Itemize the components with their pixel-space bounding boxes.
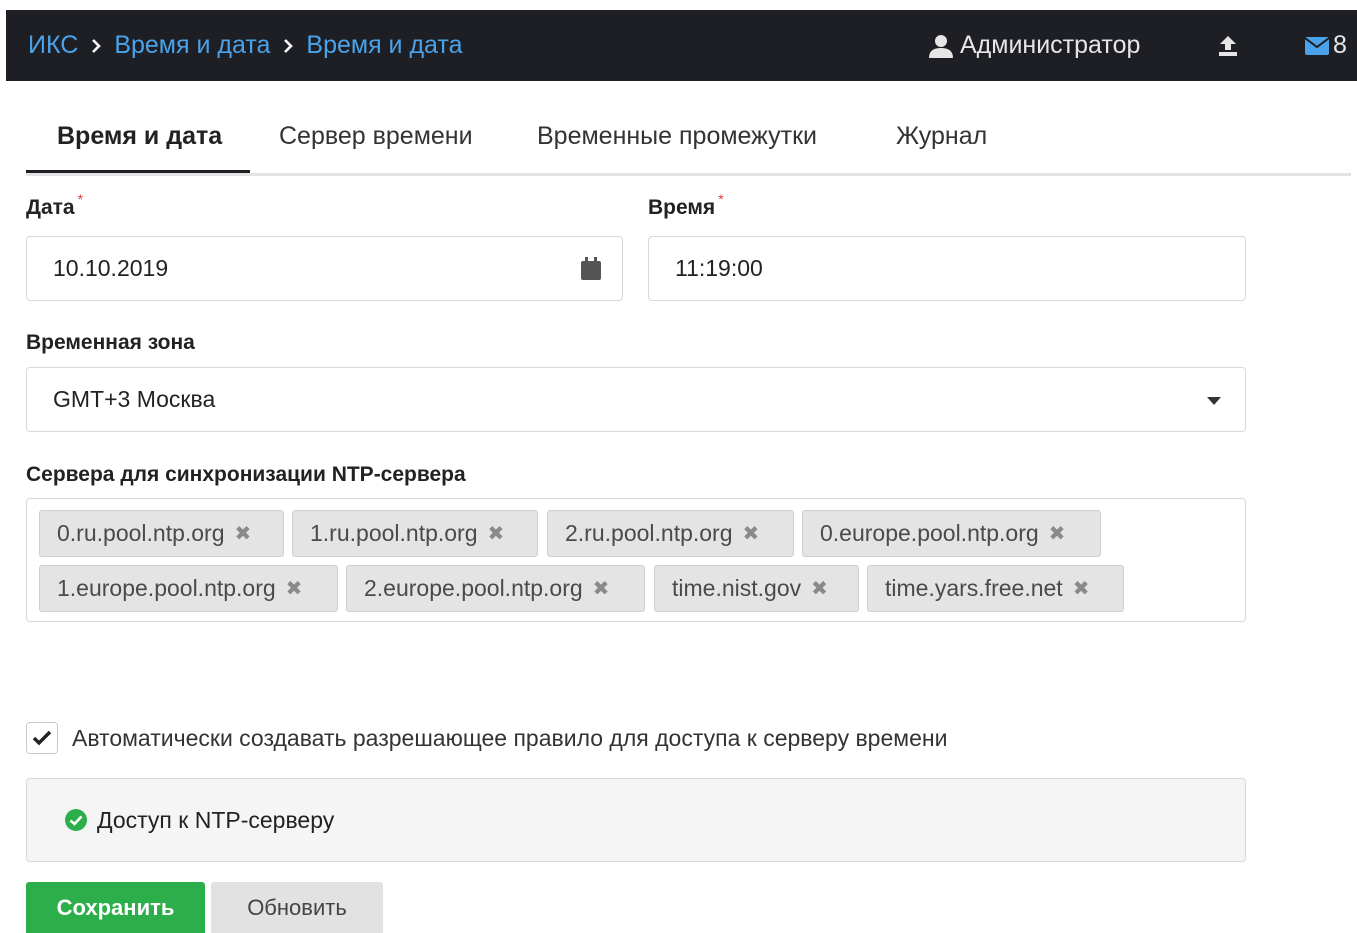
rule-item-label[interactable]: Доступ к NTP-серверу xyxy=(97,807,334,834)
checkmark-icon xyxy=(32,730,52,746)
chevron-right-icon xyxy=(91,38,102,53)
ntp-server-tag: 1.ru.pool.ntp.org ✖ xyxy=(292,510,538,557)
date-input[interactable] xyxy=(53,237,622,300)
tag-label: 2.ru.pool.ntp.org xyxy=(565,520,733,546)
ntp-servers-tag-input[interactable]: 0.ru.pool.ntp.org ✖ 1.ru.pool.ntp.org ✖ 2.… xyxy=(26,498,1246,622)
auto-rule-checkbox[interactable] xyxy=(26,722,58,754)
user-menu[interactable]: Администратор xyxy=(928,10,1140,81)
check-circle-icon xyxy=(65,809,87,831)
tag-label: 1.europe.pool.ntp.org xyxy=(57,575,276,601)
envelope-icon xyxy=(1305,36,1329,55)
tag-label: time.nist.gov xyxy=(672,575,802,601)
rule-list: Доступ к NTP-серверу xyxy=(26,778,1246,862)
tag-label: 0.europe.pool.ntp.org xyxy=(820,520,1039,546)
calendar-icon[interactable] xyxy=(580,257,602,281)
time-field[interactable] xyxy=(648,236,1246,301)
remove-tag-icon[interactable]: ✖ xyxy=(1049,521,1066,546)
date-label: Дата * xyxy=(26,191,83,220)
ntp-servers-label: Сервера для синхронизации NTP-сервера xyxy=(26,463,466,486)
remove-tag-icon[interactable]: ✖ xyxy=(743,521,760,546)
tab-time-server[interactable]: Сервер времени xyxy=(279,100,473,173)
user-name: Администратор xyxy=(960,31,1141,59)
user-icon xyxy=(928,34,954,58)
tab-time-intervals[interactable]: Временные промежутки xyxy=(537,100,817,173)
required-mark: * xyxy=(77,191,84,207)
tag-label: time.yars.free.net xyxy=(885,575,1063,601)
timezone-value: GMT+3 Москва xyxy=(53,386,216,412)
remove-tag-icon[interactable]: ✖ xyxy=(235,521,252,546)
ntp-server-tag: time.nist.gov ✖ xyxy=(654,565,859,612)
required-mark: * xyxy=(718,191,724,207)
top-bar: ИКС Время и дата Время и дата Администра… xyxy=(6,10,1357,81)
time-label-text: Время xyxy=(648,196,716,219)
upload-icon xyxy=(1218,35,1238,57)
ntp-server-tag: 2.ru.pool.ntp.org ✖ xyxy=(547,510,794,557)
tag-label: 1.ru.pool.ntp.org xyxy=(310,520,478,546)
breadcrumb-item-root[interactable]: ИКС xyxy=(28,31,78,60)
messages-count: 8 xyxy=(1333,31,1347,59)
caret-down-icon xyxy=(1207,397,1221,405)
timezone-select[interactable]: GMT+3 Москва xyxy=(26,367,1246,432)
chevron-right-icon xyxy=(283,38,294,53)
tag-label: 0.ru.pool.ntp.org xyxy=(57,520,225,546)
ntp-server-tag: 0.ru.pool.ntp.org ✖ xyxy=(39,510,284,557)
ntp-server-tag: 2.europe.pool.ntp.org ✖ xyxy=(346,565,645,612)
active-tab-indicator xyxy=(26,170,250,173)
ntp-server-tag: time.yars.free.net ✖ xyxy=(867,565,1124,612)
remove-tag-icon[interactable]: ✖ xyxy=(1073,576,1090,601)
remove-tag-icon[interactable]: ✖ xyxy=(286,576,303,601)
breadcrumb-item-section[interactable]: Время и дата xyxy=(114,31,270,60)
tab-bar: Время и дата Сервер времени Временные пр… xyxy=(26,100,1351,176)
upload-button[interactable] xyxy=(1218,10,1238,81)
tag-label: 2.europe.pool.ntp.org xyxy=(364,575,583,601)
timezone-label: Временная зона xyxy=(26,331,195,354)
date-field[interactable] xyxy=(26,236,623,301)
ntp-server-tag: 1.europe.pool.ntp.org ✖ xyxy=(39,565,338,612)
messages-button[interactable]: 8 xyxy=(1305,10,1347,81)
tab-time-and-date[interactable]: Время и дата xyxy=(57,100,222,173)
ntp-server-tag: 0.europe.pool.ntp.org ✖ xyxy=(802,510,1101,557)
save-button[interactable]: Сохранить xyxy=(26,882,205,933)
date-label-text: Дата xyxy=(26,196,75,219)
time-input[interactable] xyxy=(675,237,1245,300)
remove-tag-icon[interactable]: ✖ xyxy=(811,576,828,601)
breadcrumb-item-page[interactable]: Время и дата xyxy=(306,31,462,60)
remove-tag-icon[interactable]: ✖ xyxy=(593,576,610,601)
refresh-button[interactable]: Обновить xyxy=(211,882,383,933)
breadcrumb: ИКС Время и дата Время и дата xyxy=(28,10,463,81)
remove-tag-icon[interactable]: ✖ xyxy=(488,521,505,546)
auto-rule-option: Автоматически создавать разрешающее прав… xyxy=(26,722,947,754)
auto-rule-label: Автоматически создавать разрешающее прав… xyxy=(72,724,948,751)
tab-journal[interactable]: Журнал xyxy=(896,100,987,173)
time-label: Время * xyxy=(648,191,724,220)
